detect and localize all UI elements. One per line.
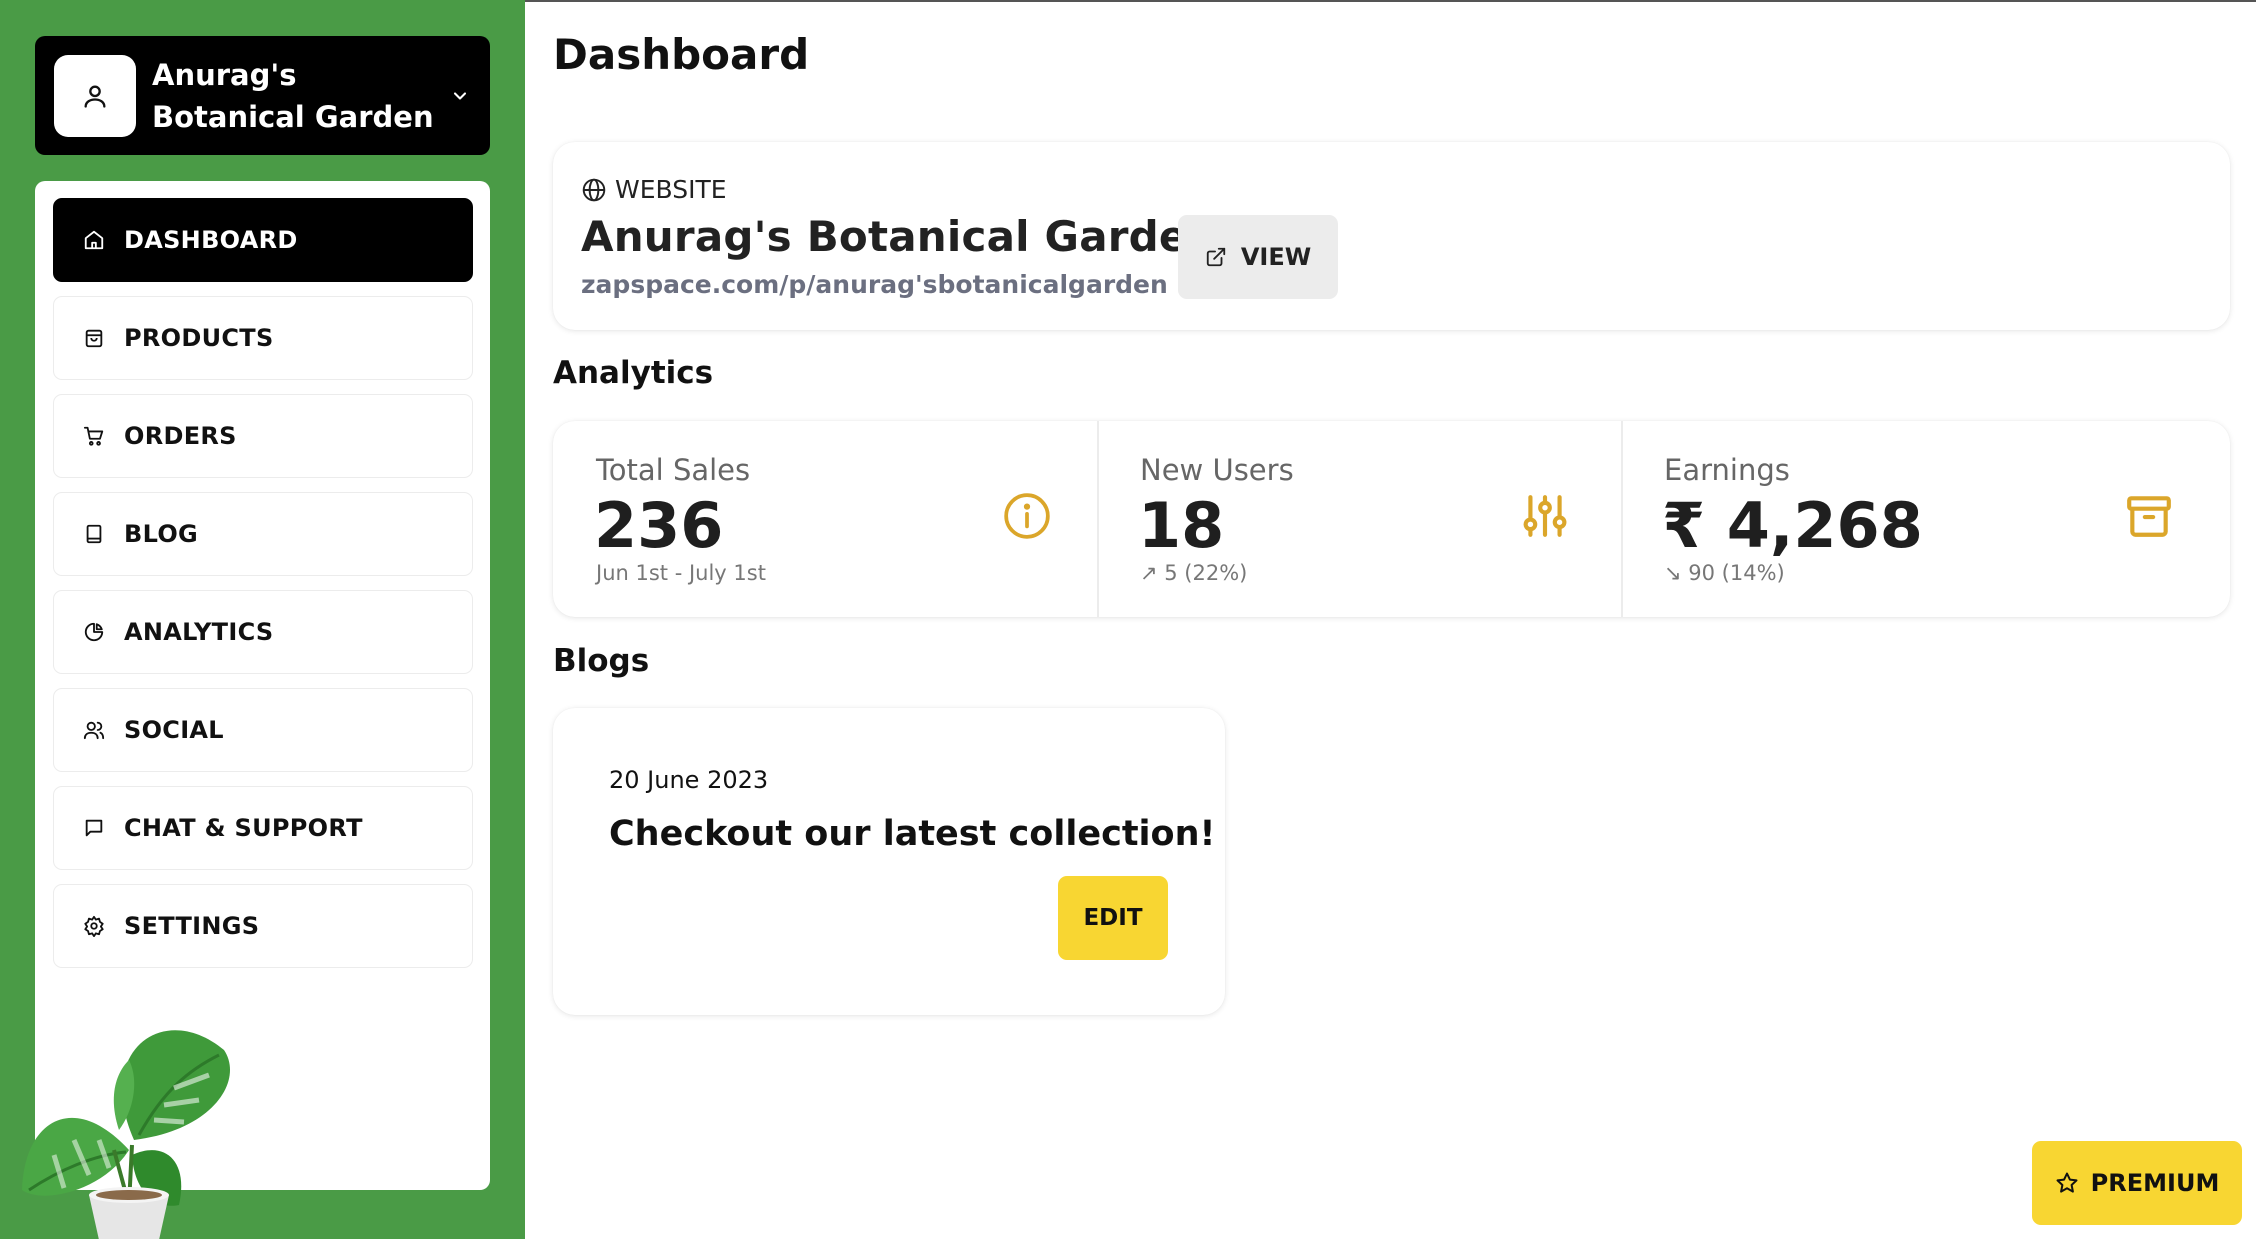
website-label-text: WEBSITE xyxy=(615,175,727,204)
stat-subtext: Jun 1st - July 1st xyxy=(596,561,766,585)
pie-chart-icon xyxy=(82,620,106,644)
view-button-label: VIEW xyxy=(1240,243,1312,271)
website-card: WEBSITE Anurag's Botanical Garden zapspa… xyxy=(553,142,2230,330)
stat-value: 236 xyxy=(594,489,724,562)
book-icon xyxy=(82,522,106,546)
website-url[interactable]: zapspace.com/p/anurag'sbotanicalgarden xyxy=(581,270,1168,299)
sidebar-item-products[interactable]: PRODUCTS xyxy=(53,296,473,380)
edit-blog-button[interactable]: EDIT xyxy=(1058,876,1168,960)
sidebar-item-blog[interactable]: BLOG xyxy=(53,492,473,576)
sidebar-item-label: SOCIAL xyxy=(124,716,224,744)
stat-new-users: New Users 18 ↗ 5 (22%) xyxy=(1098,421,1621,617)
chevron-down-icon[interactable] xyxy=(450,86,470,106)
sidebar-item-label: PRODUCTS xyxy=(124,324,274,352)
stat-subtext: ↗ 5 (22%) xyxy=(1140,561,1248,585)
premium-label: PREMIUM xyxy=(2090,1169,2220,1197)
plant-illustration xyxy=(22,1030,230,1239)
sidebar-item-dashboard[interactable]: DASHBOARD xyxy=(53,198,473,282)
users-icon xyxy=(82,718,106,742)
website-label: WEBSITE xyxy=(581,175,727,204)
external-link-icon xyxy=(1205,246,1227,268)
top-border xyxy=(525,0,2256,2)
sliders-icon xyxy=(1520,491,1570,545)
stat-value: 18 xyxy=(1138,489,1225,562)
globe-icon xyxy=(581,177,615,203)
stat-subtext: ↘ 90 (14%) xyxy=(1664,561,1785,585)
blog-title[interactable]: Checkout our latest collection! xyxy=(609,814,1215,854)
account-name: Anurag's Botanical Garden xyxy=(152,57,434,134)
stat-label: Earnings xyxy=(1664,453,1790,487)
archive-icon xyxy=(2124,491,2174,545)
stat-label: New Users xyxy=(1140,453,1294,487)
premium-button[interactable]: PREMIUM xyxy=(2032,1141,2242,1225)
home-icon xyxy=(82,228,106,252)
user-icon xyxy=(54,54,136,137)
sidebar-item-settings[interactable]: SETTINGS xyxy=(53,884,473,968)
sidebar-item-label: ANALYTICS xyxy=(124,618,274,646)
sidebar-item-social[interactable]: SOCIAL xyxy=(53,688,473,772)
sidebar-item-label: SETTINGS xyxy=(124,912,260,940)
stat-earnings: Earnings ₹ 4,268 ↘ 90 (14%) xyxy=(1622,421,2230,617)
sidebar-item-analytics[interactable]: ANALYTICS xyxy=(53,590,473,674)
info-icon xyxy=(1002,491,1052,545)
star-icon xyxy=(2055,1171,2079,1195)
gear-icon xyxy=(82,914,106,938)
shopping-bag-icon xyxy=(82,326,106,350)
sidebar-item-orders[interactable]: ORDERS xyxy=(53,394,473,478)
cart-icon xyxy=(82,424,106,448)
blogs-title: Blogs xyxy=(553,643,650,679)
page-title: Dashboard xyxy=(553,30,810,79)
blog-date: 20 June 2023 xyxy=(609,766,769,794)
stat-value: ₹ 4,268 xyxy=(1662,489,1923,562)
sidebar-item-label: DASHBOARD xyxy=(124,226,298,254)
app-root: Anurag's Botanical Garden DASHBOARD PROD… xyxy=(0,0,2256,1239)
view-website-button[interactable]: VIEW xyxy=(1178,215,1338,299)
sidebar-item-label: ORDERS xyxy=(124,422,237,450)
message-icon xyxy=(82,816,106,840)
account-switcher[interactable]: Anurag's Botanical Garden xyxy=(35,36,490,155)
blog-card: 20 June 2023 Checkout our latest collect… xyxy=(553,708,1225,1015)
analytics-card: Total Sales 236 Jun 1st - July 1st New U… xyxy=(553,421,2230,617)
sidebar-item-chat-support[interactable]: CHAT & SUPPORT xyxy=(53,786,473,870)
stat-label: Total Sales xyxy=(596,453,751,487)
website-name: Anurag's Botanical Garden xyxy=(581,212,1218,261)
sidebar-item-label: BLOG xyxy=(124,520,199,548)
stat-total-sales: Total Sales 236 Jun 1st - July 1st xyxy=(553,421,1097,617)
analytics-title: Analytics xyxy=(553,355,714,391)
sidebar-item-label: CHAT & SUPPORT xyxy=(124,814,363,842)
sidebar: Anurag's Botanical Garden DASHBOARD PROD… xyxy=(0,0,525,1239)
